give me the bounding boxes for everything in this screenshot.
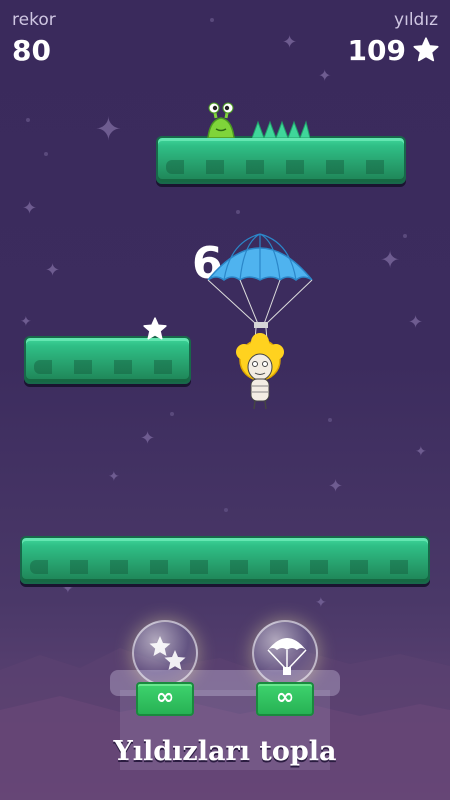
parachute-character	[207, 233, 313, 410]
record-label: rekor	[12, 10, 56, 30]
star-dot	[170, 412, 174, 416]
sparkle-icon: ✦	[95, 110, 122, 148]
parachute-powerup-count-button[interactable]: ∞	[256, 682, 314, 716]
star-dot	[224, 508, 228, 512]
sparkle-icon: ✦	[108, 469, 120, 485]
stars-value: 109	[347, 34, 406, 67]
sparkle-icon: ✦	[62, 581, 74, 597]
star-dot	[236, 210, 240, 214]
sparkle-icon: ✦	[380, 246, 401, 274]
sparkle-icon: ✦	[318, 66, 332, 85]
sparkle-icon: ✦	[140, 428, 156, 449]
star-dot	[403, 234, 407, 238]
star-dot	[210, 18, 214, 22]
spike-hazard	[252, 120, 310, 138]
star-dot	[328, 418, 332, 422]
platform-bottom	[20, 536, 430, 584]
sparkle-icon: ✦	[20, 314, 32, 330]
star-icon	[413, 37, 439, 62]
collectible-star-icon	[143, 317, 167, 340]
star-dot	[26, 118, 30, 122]
star-powerup-bubble[interactable]	[132, 620, 198, 686]
star-dot	[44, 152, 48, 156]
record-value: 80	[12, 34, 51, 67]
stars-label: yıldız	[394, 10, 438, 30]
sparkle-icon: ✦	[45, 260, 61, 281]
sparkle-icon: ✦	[328, 476, 344, 497]
platform-middle	[24, 336, 191, 384]
star-powerup-count-button[interactable]: ∞	[136, 682, 194, 716]
parachute-icon	[267, 638, 307, 675]
platform-top	[156, 136, 406, 184]
stars-icon	[149, 636, 186, 670]
hint-caption: Yıldızları topla	[113, 736, 337, 767]
sparkle-icon: ✦	[282, 32, 298, 53]
parachute-powerup-bubble[interactable]	[252, 620, 318, 686]
green-monster-enemy	[207, 102, 235, 138]
sparkle-icon: ✦	[408, 312, 424, 333]
sparkle-icon: ✦	[22, 198, 38, 219]
sparkle-icon: ✦	[415, 444, 427, 460]
